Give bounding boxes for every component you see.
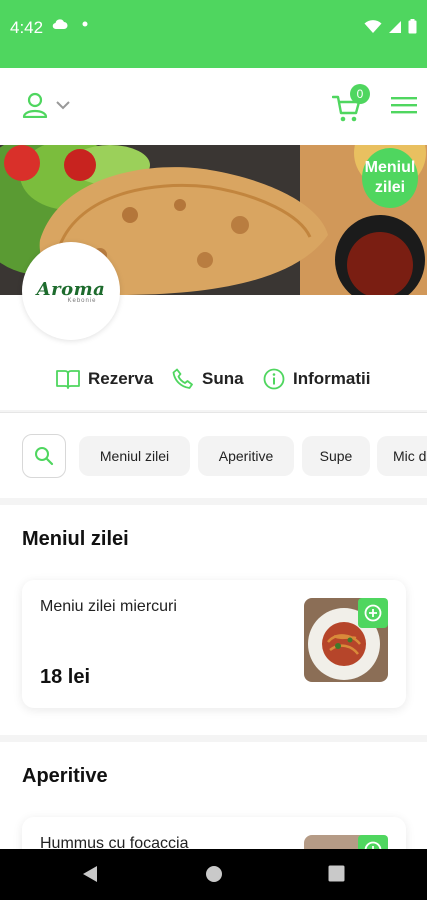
cloud-icon xyxy=(52,19,68,30)
info-icon xyxy=(263,368,285,390)
phone-icon xyxy=(172,368,193,389)
category-tabs: Meniul zilei Aperitive Supe Mic d xyxy=(0,412,427,498)
tab-meniul-zilei[interactable]: Meniul zilei xyxy=(79,436,190,476)
recents-button[interactable] xyxy=(328,865,345,887)
daily-menu-badge[interactable]: Meniul zilei xyxy=(362,148,418,208)
app-header: 0 xyxy=(0,68,427,145)
search-button[interactable] xyxy=(22,434,66,478)
home-button[interactable] xyxy=(205,865,223,888)
tab-supe[interactable]: Supe xyxy=(302,436,370,476)
back-triangle-icon xyxy=(83,866,97,882)
status-system-icons xyxy=(364,19,417,34)
reserve-label: Rezerva xyxy=(88,369,154,388)
section-appetizers: Aperitive Hummus cu focaccia xyxy=(0,742,427,849)
item-name: Hummus cu focaccia xyxy=(40,835,189,849)
search-icon xyxy=(35,447,54,466)
cart-count-badge: 0 xyxy=(350,84,370,104)
tab-mic-dejun[interactable]: Mic d xyxy=(377,436,427,476)
account-button[interactable] xyxy=(22,92,70,118)
status-time: 4:42 xyxy=(10,18,44,37)
cart-button[interactable]: 0 xyxy=(332,84,370,124)
info-button[interactable]: Informatii xyxy=(263,368,370,390)
wifi-icon xyxy=(364,19,382,33)
status-notification-icons xyxy=(52,18,88,30)
recents-square-icon xyxy=(328,865,345,882)
status-bar: 4:42 xyxy=(0,0,427,68)
daily-badge-line1: Meniul xyxy=(364,159,416,176)
menu-item-card[interactable]: Hummus cu focaccia xyxy=(22,817,406,849)
logo-subtext: Kebonie xyxy=(67,297,97,304)
logo-text: Aroma xyxy=(36,278,106,300)
restaurant-logo: Aroma Kebonie xyxy=(22,242,120,340)
menu-item-card[interactable]: Meniu zilei miercuri 18 lei xyxy=(22,580,406,708)
add-to-cart-button[interactable] xyxy=(358,598,388,628)
call-button[interactable]: Suna xyxy=(172,368,244,390)
dot-icon xyxy=(82,21,88,27)
action-row: Rezerva Suna Informatii xyxy=(0,367,427,391)
section-title: Meniul zilei xyxy=(22,528,129,550)
plus-circle-icon xyxy=(364,604,382,622)
chevron-down-icon xyxy=(56,100,70,109)
hamburger-icon xyxy=(391,97,417,114)
user-icon xyxy=(22,92,48,118)
section-title: Aperitive xyxy=(22,765,108,787)
battery-icon xyxy=(408,19,417,34)
daily-badge-line2: zilei xyxy=(374,179,406,196)
back-button[interactable] xyxy=(82,865,98,888)
menu-button[interactable] xyxy=(391,96,417,119)
item-price: 18 lei xyxy=(40,666,91,688)
home-circle-icon xyxy=(206,866,222,882)
reserve-button[interactable]: Rezerva xyxy=(56,369,153,389)
item-name: Meniu zilei miercuri xyxy=(40,598,177,615)
plus-circle-icon xyxy=(364,841,382,849)
section-daily-menu: Meniul zilei Meniu zilei miercuri 18 lei xyxy=(0,505,427,735)
info-label: Informatii xyxy=(293,369,371,388)
add-to-cart-button[interactable] xyxy=(358,835,388,849)
call-label: Suna xyxy=(202,369,244,388)
signal-icon xyxy=(389,20,401,33)
book-icon xyxy=(56,370,80,389)
system-nav-bar xyxy=(0,849,427,900)
tab-aperitive[interactable]: Aperitive xyxy=(198,436,294,476)
